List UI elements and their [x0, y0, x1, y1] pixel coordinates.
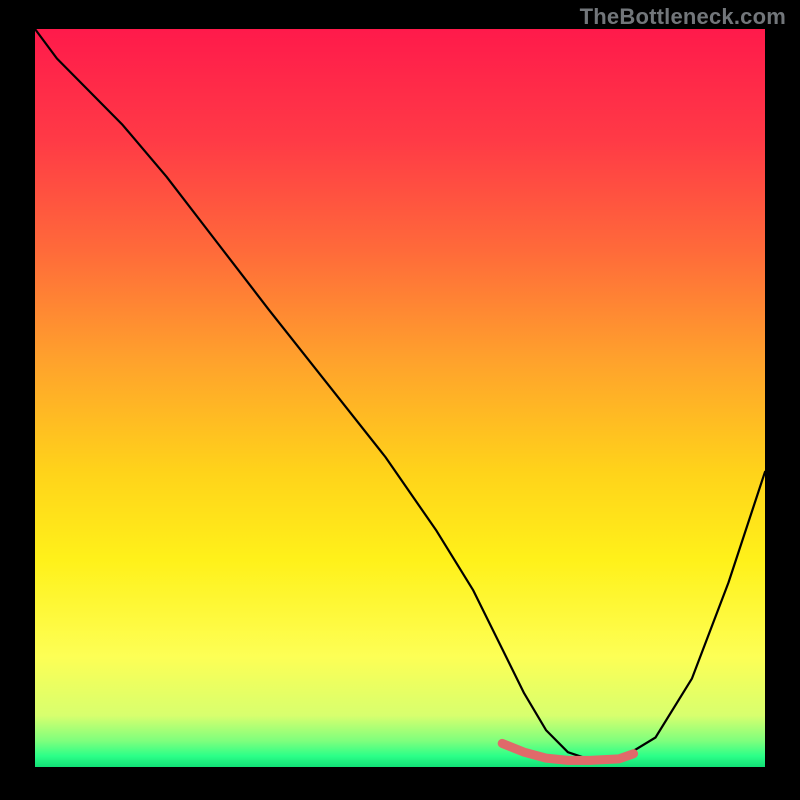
bottleneck-chart: [0, 0, 800, 800]
watermark-text: TheBottleneck.com: [580, 4, 786, 30]
chart-root: TheBottleneck.com: [0, 0, 800, 800]
plot-background: [35, 29, 765, 767]
